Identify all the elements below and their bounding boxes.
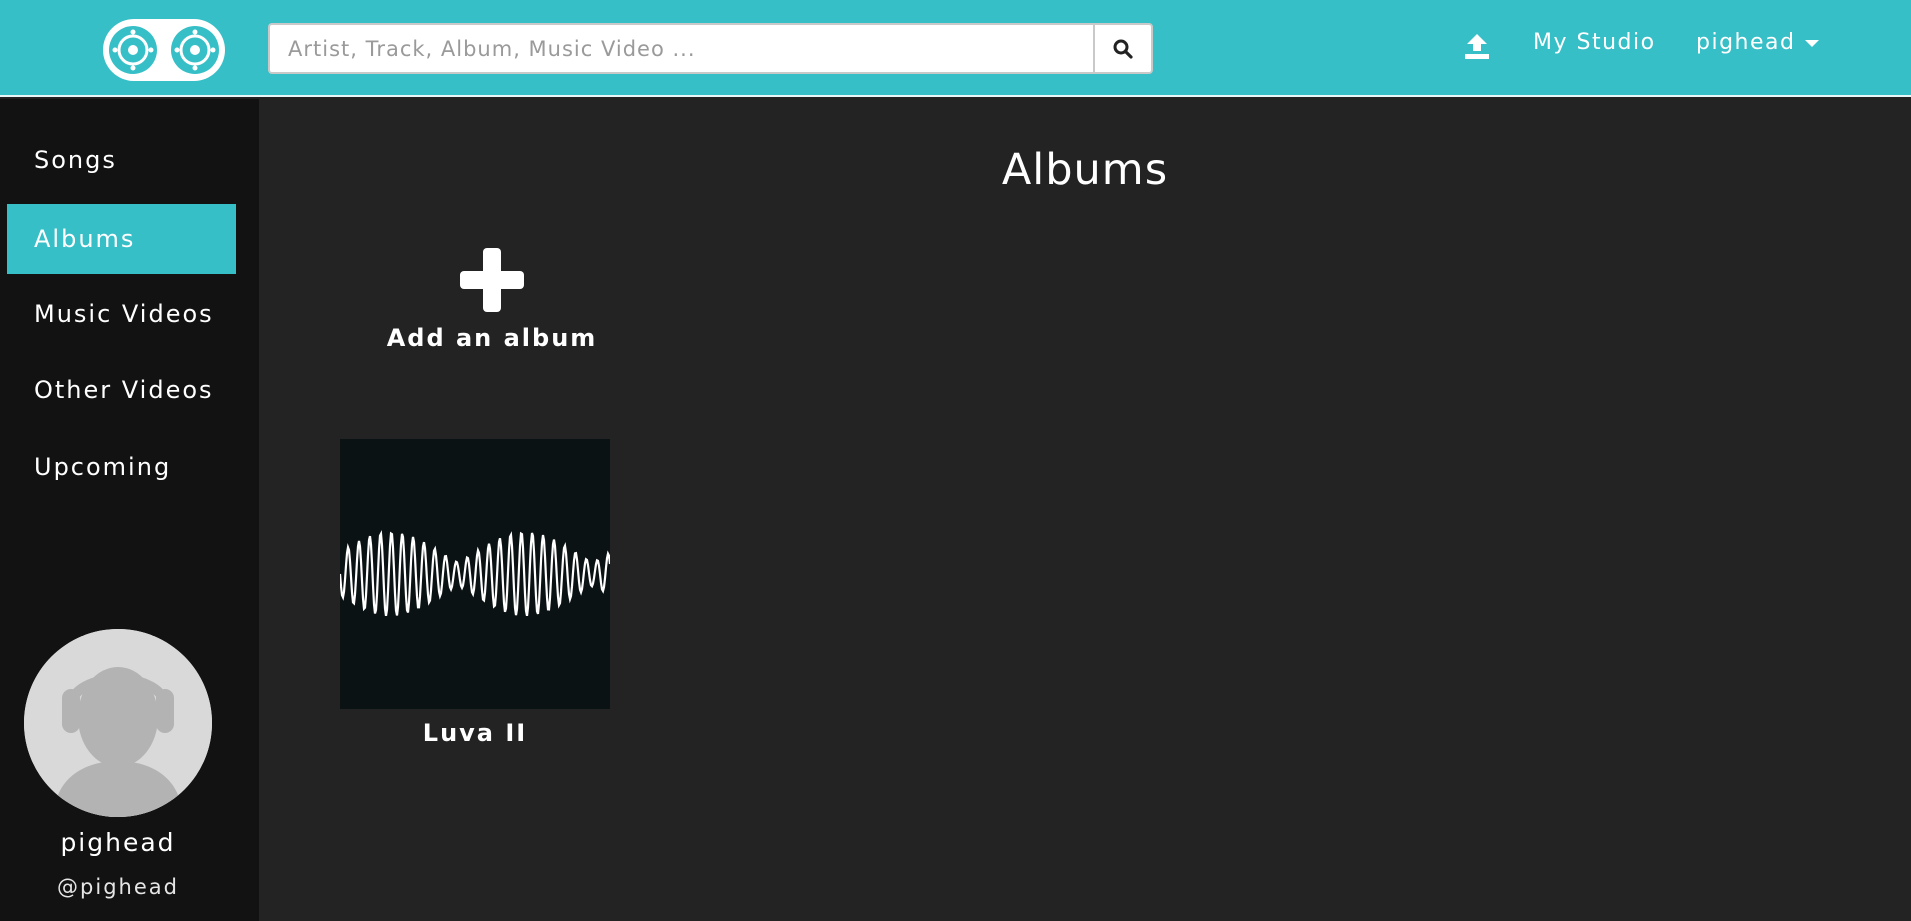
page-title: Albums [1001, 145, 1169, 195]
headphones-avatar [24, 629, 212, 817]
plus-icon [460, 248, 524, 312]
profile-handle: @pighead [57, 875, 179, 899]
add-album-button[interactable]: Add an album [380, 245, 604, 360]
user-menu-label: pighead [1696, 30, 1796, 55]
avatar[interactable] [24, 629, 212, 817]
top-navbar: My Studio pighead [0, 0, 1911, 97]
album-cover [340, 439, 610, 709]
search-icon [1113, 39, 1133, 59]
sidebar-item-music-videos[interactable]: Music Videos [7, 279, 236, 349]
cassette-logo[interactable] [102, 18, 226, 82]
sidebar-item-other-videos[interactable]: Other Videos [7, 355, 236, 425]
caret-down-icon [1805, 39, 1820, 47]
sidebar-item-upcoming[interactable]: Upcoming [7, 432, 236, 502]
sidebar-item-albums[interactable]: Albums [7, 204, 236, 274]
sidebar-item-songs[interactable]: Songs [7, 125, 236, 195]
album-title: Luva II [422, 719, 528, 747]
album-card[interactable]: Luva II [340, 439, 610, 755]
profile-name[interactable]: pighead [0, 828, 236, 857]
search-input[interactable] [268, 23, 1093, 74]
search-bar [268, 23, 1153, 74]
user-menu-dropdown[interactable]: pighead [1696, 30, 1820, 55]
add-album-label: Add an album [386, 324, 598, 352]
search-button[interactable] [1093, 23, 1153, 74]
upload-icon[interactable] [1464, 32, 1490, 60]
my-studio-link[interactable]: My Studio [1533, 30, 1656, 55]
